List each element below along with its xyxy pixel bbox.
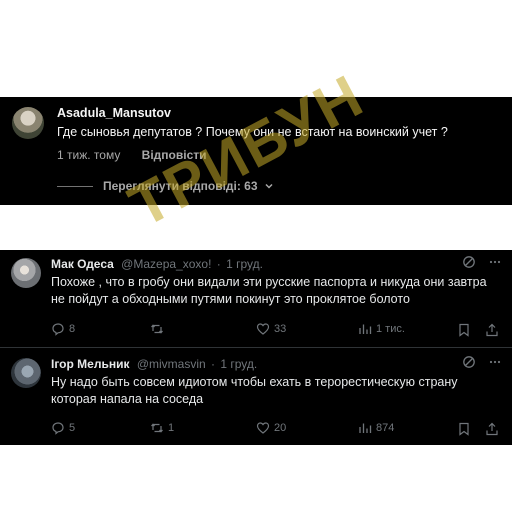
avatar[interactable] xyxy=(12,107,44,139)
reply-icon xyxy=(52,422,64,435)
tweet-header: Мак Одеса @Mazepa_xoxo! · 1 груд. xyxy=(51,257,263,271)
reply-count: 8 xyxy=(69,323,76,335)
heart-icon xyxy=(256,323,270,335)
tweet-time[interactable]: 1 груд. xyxy=(220,357,257,371)
tweet-text: Похоже , что в гробу они видали эти русс… xyxy=(51,275,487,306)
share-icon[interactable] xyxy=(485,323,499,337)
author-name[interactable]: Ігор Мельник xyxy=(51,357,129,371)
views-icon xyxy=(359,324,372,334)
views-button[interactable]: 1 тис. xyxy=(358,322,405,336)
share-icon[interactable] xyxy=(485,422,499,436)
retweet-button[interactable] xyxy=(150,322,168,336)
tweet-time[interactable]: 1 груд. xyxy=(226,257,263,271)
tweet-actions: 5 1 20 874 xyxy=(51,421,501,437)
tweet-top-actions xyxy=(462,255,502,269)
avatar[interactable] xyxy=(11,358,41,388)
tweet[interactable]: Ігор Мельник @mivmasvin · 1 груд. Ну над… xyxy=(0,350,512,445)
comment-username[interactable]: Asadula_Mansutov xyxy=(57,106,171,120)
reply-button[interactable]: 5 xyxy=(51,421,75,435)
retweet-count: 1 xyxy=(168,422,175,434)
avatar[interactable] xyxy=(11,258,41,288)
chevron-down-icon xyxy=(265,183,273,189)
author-handle[interactable]: @Mazepa_xoxo! xyxy=(121,257,211,271)
divider xyxy=(0,347,512,348)
more-icon[interactable] xyxy=(488,255,502,269)
tweet-text: Ну надо быть совсем идиотом чтобы ехать … xyxy=(51,375,458,406)
views-count: 874 xyxy=(376,422,395,434)
like-button[interactable]: 20 xyxy=(256,421,286,435)
reply-button[interactable]: 8 xyxy=(51,322,75,336)
tweet-thread: Мак Одеса @Mazepa_xoxo! · 1 груд. Похоже… xyxy=(0,250,512,445)
author-handle[interactable]: @mivmasvin xyxy=(137,357,206,371)
bookmark-icon[interactable] xyxy=(457,422,471,436)
views-icon xyxy=(359,423,372,433)
like-button[interactable]: 33 xyxy=(256,322,286,336)
tweet[interactable]: Мак Одеса @Mazepa_xoxo! · 1 груд. Похоже… xyxy=(0,250,512,346)
reply-icon xyxy=(52,323,64,336)
views-count: 1 тис. xyxy=(376,323,405,335)
reply-count: 5 xyxy=(69,422,76,434)
like-count: 20 xyxy=(274,422,287,434)
retweet-icon xyxy=(151,324,163,334)
retweet-button[interactable]: 1 xyxy=(150,421,174,435)
retweet-icon xyxy=(151,423,163,433)
more-icon[interactable] xyxy=(488,355,502,369)
tweet-header: Ігор Мельник @mivmasvin · 1 груд. xyxy=(51,357,257,371)
like-count: 33 xyxy=(274,323,287,335)
grok-icon[interactable] xyxy=(462,255,476,269)
tweet-actions: 8 33 1 тис. xyxy=(51,322,501,338)
views-button[interactable]: 874 xyxy=(358,421,394,435)
divider xyxy=(57,185,93,187)
separator-dot: · xyxy=(216,257,221,271)
tweet-top-actions xyxy=(462,355,502,369)
separator-dot: · xyxy=(211,357,216,371)
author-name[interactable]: Мак Одеса xyxy=(51,257,114,271)
comment-time: 1 тиж. тому xyxy=(57,148,121,162)
grok-icon[interactable] xyxy=(462,355,476,369)
heart-icon xyxy=(256,422,270,434)
bookmark-icon[interactable] xyxy=(457,323,471,337)
